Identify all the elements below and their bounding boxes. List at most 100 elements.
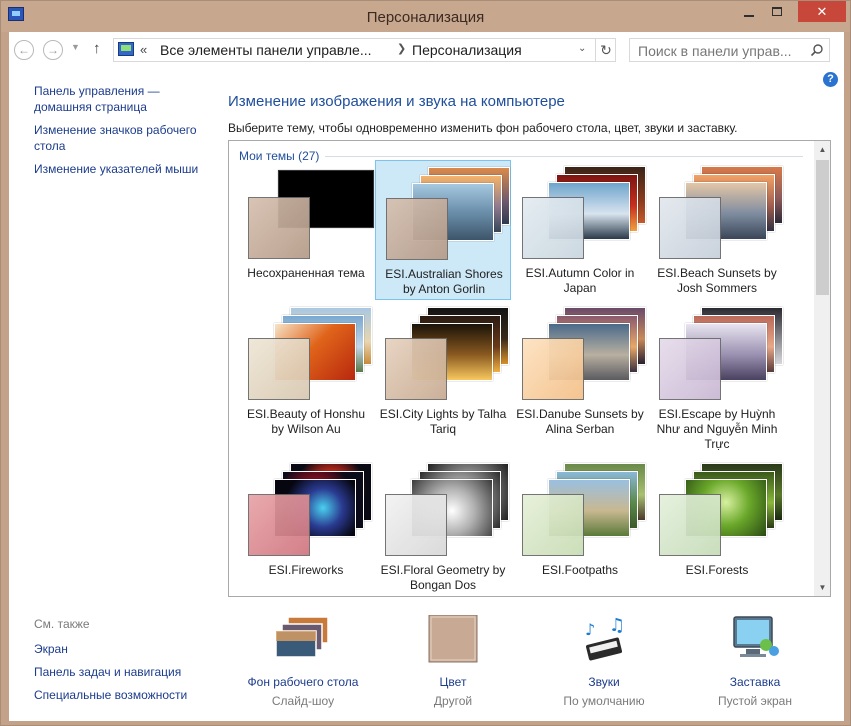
theme-tile-autumn-color-japan[interactable]: ESI.Autumn Color in Japan bbox=[512, 160, 648, 300]
link-change-mouse-pointers[interactable]: Изменение указателей мыши bbox=[34, 161, 209, 177]
see-also-heading: См. также bbox=[34, 617, 90, 631]
theme-label: ESI.Floral Geometry by Bongan Dos bbox=[380, 563, 506, 592]
theme-preview bbox=[659, 166, 783, 262]
control-panel-icon bbox=[118, 42, 134, 56]
arrow-right-icon: → bbox=[47, 43, 59, 57]
link-change-desktop-icons[interactable]: Изменение значков рабочего стола bbox=[34, 122, 209, 154]
maximize-icon bbox=[771, 7, 782, 16]
screensaver-icon bbox=[733, 616, 779, 657]
desktop-background-setting[interactable]: Фон рабочего стола Слайд-шоу bbox=[233, 615, 373, 708]
color-icon bbox=[428, 615, 478, 663]
color-title[interactable]: Цвет bbox=[383, 675, 523, 689]
forward-button[interactable]: → bbox=[43, 40, 63, 60]
sounds-title[interactable]: Звуки bbox=[534, 675, 674, 689]
link-display[interactable]: Экран bbox=[34, 641, 214, 657]
theme-tile-beach-sunsets[interactable]: ESI.Beach Sunsets by Josh Sommers bbox=[649, 160, 785, 300]
theme-tile-danube-sunsets[interactable]: ESI.Danube Sunsets by Alina Serban bbox=[512, 301, 648, 441]
sounds-value: По умолчанию bbox=[563, 694, 645, 708]
desktop-background-icon bbox=[275, 616, 329, 658]
page-description: Выберите тему, чтобы одновременно измени… bbox=[228, 121, 738, 135]
address-history-chevron-icon[interactable]: ⌄ bbox=[578, 43, 586, 54]
screensaver-setting[interactable]: Заставка Пустой экран bbox=[685, 615, 825, 708]
scroll-down-arrow-icon[interactable]: ▼ bbox=[814, 579, 830, 596]
theme-tile-fireworks[interactable]: ESI.Fireworks bbox=[238, 457, 374, 596]
scroll-thumb[interactable] bbox=[816, 160, 829, 295]
theme-tile-city-lights[interactable]: ESI.City Lights by Talha Tariq bbox=[375, 301, 511, 441]
theme-preview bbox=[248, 166, 374, 262]
theme-preview bbox=[386, 167, 510, 263]
minimize-icon bbox=[743, 14, 754, 17]
theme-preview bbox=[522, 166, 646, 262]
theme-tile-beauty-of-honshu[interactable]: ESI.Beauty of Honshu by Wilson Au bbox=[238, 301, 374, 441]
close-button[interactable]: ✕ bbox=[798, 1, 846, 22]
arrow-left-icon: ← bbox=[18, 43, 30, 57]
theme-label: Несохраненная тема bbox=[247, 266, 365, 280]
theme-label: ESI.Danube Sunsets by Alina Serban bbox=[516, 407, 644, 436]
link-control-panel-home[interactable]: Панель управления — домашняя страница bbox=[34, 83, 209, 115]
desktop-background-title[interactable]: Фон рабочего стола bbox=[233, 675, 373, 689]
theme-label: ESI.Fireworks bbox=[268, 563, 344, 577]
theme-preview bbox=[659, 307, 783, 403]
see-also-section: См. также Экран Панель задач и навигация… bbox=[34, 617, 214, 710]
sounds-setting[interactable]: ♪ ♫ Звуки По умолчанию bbox=[534, 615, 674, 708]
content-pane: ? Панель управления — домашняя страница … bbox=[9, 66, 844, 721]
sounds-icon: ♪ ♫ bbox=[585, 615, 625, 661]
theme-label: ESI.Australian Shores by Anton Gorlin bbox=[385, 267, 503, 296]
theme-label: ESI.Beauty of Honshu by Wilson Au bbox=[246, 407, 366, 436]
recent-locations-button[interactable]: ▼ bbox=[71, 42, 80, 52]
search-icon[interactable] bbox=[810, 43, 824, 57]
theme-tile-footpaths[interactable]: ESI.Footpaths bbox=[512, 457, 648, 596]
maximize-button[interactable] bbox=[763, 1, 790, 22]
link-taskbar-navigation[interactable]: Панель задач и навигация bbox=[34, 664, 214, 680]
hidden-crumbs-chevron[interactable]: « bbox=[140, 42, 147, 57]
chevron-down-icon: ▼ bbox=[71, 42, 80, 52]
theme-tile-australian-shores[interactable]: ESI.Australian Shores by Anton Gorlin bbox=[375, 160, 511, 300]
title-bar: Персонализация ✕ bbox=[1, 1, 850, 32]
theme-label: ESI.Autumn Color in Japan bbox=[525, 266, 635, 295]
color-setting[interactable]: Цвет Другой bbox=[383, 615, 523, 708]
theme-label: ESI.Forests bbox=[685, 563, 749, 577]
page-title: Изменение изображения и звука на компьют… bbox=[228, 93, 565, 110]
group-divider bbox=[325, 156, 803, 157]
theme-preview bbox=[659, 463, 783, 559]
screensaver-title[interactable]: Заставка bbox=[685, 675, 825, 689]
back-button[interactable]: ← bbox=[14, 40, 34, 60]
search-input[interactable]: Поиск в панели управ... bbox=[638, 43, 792, 59]
search-box[interactable]: Поиск в панели управ... bbox=[629, 38, 830, 62]
up-button[interactable]: ↑ bbox=[93, 40, 101, 57]
window-title: Персонализация bbox=[366, 9, 485, 26]
theme-preview bbox=[385, 307, 509, 403]
color-value: Другой bbox=[433, 694, 473, 708]
close-icon: ✕ bbox=[816, 3, 828, 19]
refresh-button[interactable]: ↻ bbox=[595, 39, 616, 61]
theme-tile-floral-geometry[interactable]: ESI.Floral Geometry by Bongan Dos bbox=[375, 457, 511, 596]
themes-list: Мои темы (27) Несохраненная тема ESI.Aus… bbox=[228, 140, 831, 597]
breadcrumb-separator-icon[interactable]: ❯ bbox=[397, 42, 406, 55]
help-icon[interactable]: ? bbox=[823, 72, 838, 87]
theme-label: ESI.Escape by Huỳnh Như and Nguyễn Minh … bbox=[656, 407, 778, 451]
breadcrumb-personalization[interactable]: Персонализация bbox=[412, 42, 522, 58]
scroll-up-arrow-icon[interactable]: ▲ bbox=[814, 141, 830, 158]
theme-tile-forests[interactable]: ESI.Forests bbox=[649, 457, 785, 596]
breadcrumb-all-control-panel-items[interactable]: Все элементы панели управле... bbox=[160, 42, 372, 58]
theme-preview bbox=[522, 307, 646, 403]
refresh-icon: ↻ bbox=[600, 41, 612, 58]
personalization-window: Персонализация ✕ ← → ▼ ↑ « Все элементы … bbox=[0, 0, 851, 726]
themes-scrollbar[interactable]: ▲ ▼ bbox=[814, 141, 830, 596]
theme-preview bbox=[385, 463, 509, 559]
theme-label: ESI.Beach Sunsets by Josh Sommers bbox=[657, 266, 777, 295]
minimize-button[interactable] bbox=[735, 1, 762, 22]
theme-tile-unsaved[interactable]: Несохраненная тема bbox=[238, 160, 374, 300]
navigation-bar: ← → ▼ ↑ « Все элементы панели управле...… bbox=[9, 32, 844, 66]
desktop-background-value: Слайд-шоу bbox=[271, 694, 335, 708]
theme-preview bbox=[248, 463, 372, 559]
svg-text:♫: ♫ bbox=[609, 615, 625, 636]
address-bar[interactable]: « Все элементы панели управле... ❯ Персо… bbox=[113, 38, 616, 62]
theme-preview bbox=[248, 307, 372, 403]
theme-preview bbox=[522, 463, 646, 559]
theme-tile-escape[interactable]: ESI.Escape by Huỳnh Như and Nguyễn Minh … bbox=[649, 301, 785, 451]
task-sidebar: Панель управления — домашняя страница Из… bbox=[34, 83, 209, 184]
arrow-up-icon: ↑ bbox=[93, 40, 101, 57]
theme-label: ESI.Footpaths bbox=[541, 563, 619, 577]
link-ease-of-access[interactable]: Специальные возможности bbox=[34, 687, 214, 703]
